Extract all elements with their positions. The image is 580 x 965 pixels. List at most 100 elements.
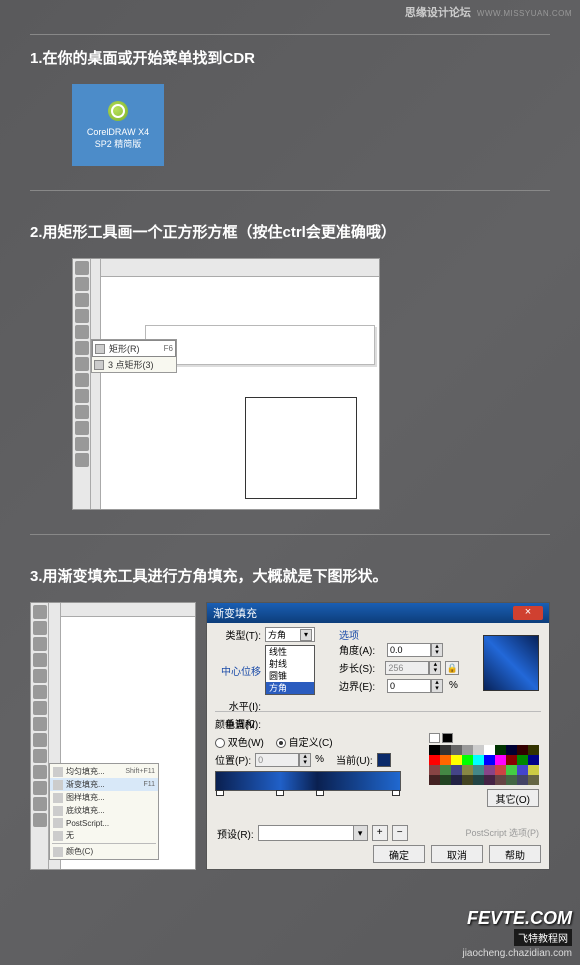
tool-icon <box>33 781 47 795</box>
position-input[interactable]: ▴▾ <box>255 753 311 767</box>
ruler-horizontal <box>101 259 379 277</box>
tool-icon <box>33 733 47 747</box>
none-icon <box>53 831 63 841</box>
tool-icon <box>75 389 89 403</box>
type-dropdown-list[interactable]: 线性 射线 圆锥 方角 <box>265 645 315 695</box>
flyout-item-fountain-fill[interactable]: 渐变填充...F11 <box>50 778 158 791</box>
rectangle-tool-flyout: 矩形(R)F6 3 点矩形(3) <box>91 339 177 373</box>
preset-select[interactable]: ▾ <box>258 825 368 841</box>
current-color-swatch[interactable] <box>377 753 391 767</box>
help-button[interactable]: 帮助 <box>489 845 541 863</box>
type-label: 类型(T): <box>215 627 261 642</box>
flyout-item-3pt-rectangle[interactable]: 3 点矩形(3) <box>92 357 176 372</box>
tool-icon <box>75 405 89 419</box>
preset-label: 预设(R): <box>217 826 254 841</box>
type-option[interactable]: 方角 <box>266 682 314 694</box>
edge-input[interactable]: ▴▾ <box>387 679 443 693</box>
coreldraw-desktop-icon: CorelDRAW X4 SP2 精简版 <box>72 84 164 166</box>
tool-icon <box>75 373 89 387</box>
palette-color[interactable] <box>442 733 453 743</box>
preset-remove-button[interactable]: − <box>392 825 408 841</box>
center-offset-label: 中心位移 <box>215 663 261 678</box>
tool-icon <box>33 797 47 811</box>
color-palette[interactable]: 其它(O) <box>429 733 539 807</box>
custom-radio[interactable]: 自定义(C) <box>276 734 333 749</box>
tool-icon <box>75 453 89 467</box>
edge-label: 边界(E): <box>339 678 383 693</box>
position-label: 位置(P): <box>215 752 251 767</box>
tool-icon <box>33 717 47 731</box>
color-icon <box>53 847 63 857</box>
coreldraw-logo-icon <box>108 101 128 121</box>
tool-icon <box>33 701 47 715</box>
options-label: 选项 <box>339 627 459 642</box>
tool-icon <box>75 357 89 371</box>
tool-icon <box>33 685 47 699</box>
flyout-item-rectangle[interactable]: 矩形(R)F6 <box>92 340 176 357</box>
gradient-icon <box>53 780 63 790</box>
toolbox <box>31 603 49 869</box>
cancel-button[interactable]: 取消 <box>431 845 483 863</box>
texture-icon <box>53 806 63 816</box>
flyout-item-color[interactable]: 颜色(C) <box>50 845 158 858</box>
palette-color[interactable] <box>429 733 440 743</box>
gradient-bar[interactable] <box>215 771 401 791</box>
tool-icon <box>33 669 47 683</box>
angle-label: 角度(A): <box>339 642 383 657</box>
coreldraw-screenshot-3: 均匀填充...Shift+F11 渐变填充...F11 图样填充... 底纹填充… <box>30 602 196 870</box>
type-option[interactable]: 线性 <box>266 646 314 658</box>
flyout-item-none[interactable]: 无 <box>50 829 158 842</box>
close-button[interactable]: × <box>513 606 543 620</box>
lock-icon[interactable]: 🔒 <box>445 661 459 675</box>
ps-icon <box>53 818 63 828</box>
ruler-horizontal <box>61 603 195 617</box>
ok-button[interactable]: 确定 <box>373 845 425 863</box>
gradient-stop[interactable] <box>216 790 224 796</box>
drawn-square <box>245 397 357 499</box>
dialog-titlebar: 渐变填充 × <box>207 603 549 623</box>
tool-icon <box>33 749 47 763</box>
preset-add-button[interactable]: + <box>372 825 388 841</box>
tool-icon <box>33 621 47 635</box>
two-color-radio[interactable]: 双色(W) <box>215 734 264 749</box>
step-1: 1.在你的桌面或开始菜单找到CDR CorelDRAW X4 SP2 精简版 <box>30 34 550 191</box>
tool-icon <box>75 437 89 451</box>
pattern-icon <box>53 793 63 803</box>
canvas <box>101 277 379 509</box>
tool-icon <box>33 765 47 779</box>
vertical-label: 垂直(V): <box>215 716 261 731</box>
top-watermark: 思缘设计论坛WWW.MISSYUAN.COM <box>405 4 572 20</box>
fountain-fill-dialog: 渐变填充 × 类型(T): 方角▾ 中心位移 线性 射线 圆锥 <box>206 602 550 870</box>
gradient-stop[interactable] <box>316 790 324 796</box>
chevron-down-icon: ▾ <box>353 826 367 840</box>
type-option[interactable]: 圆锥 <box>266 670 314 682</box>
postscript-options: PostScript 选项(P) <box>465 826 539 839</box>
gradient-stop[interactable] <box>276 790 284 796</box>
fill-tool-flyout: 均匀填充...Shift+F11 渐变填充...F11 图样填充... 底纹填充… <box>49 763 159 860</box>
gradient-stop[interactable] <box>392 790 400 796</box>
steps-input: ▴▾ <box>385 661 441 675</box>
type-select[interactable]: 方角▾ <box>265 627 315 642</box>
flyout-item-pattern-fill[interactable]: 图样填充... <box>50 791 158 804</box>
tool-icon <box>75 277 89 291</box>
tool-icon <box>75 421 89 435</box>
page-edge <box>145 325 375 365</box>
angle-input[interactable]: ▴▾ <box>387 643 443 657</box>
flyout-item-texture-fill[interactable]: 底纹填充... <box>50 804 158 817</box>
gradient-preview <box>483 635 539 691</box>
flyout-item-uniform-fill[interactable]: 均匀填充...Shift+F11 <box>50 765 158 778</box>
steps-label: 步长(S): <box>339 660 381 675</box>
step-3: 3.用渐变填充工具进行方角填充，大概就是下图形状。 均匀填充...Shift+F… <box>30 565 550 870</box>
ruler-vertical <box>91 259 101 509</box>
tool-icon <box>75 261 89 275</box>
flyout-item-postscript[interactable]: PostScript... <box>50 817 158 829</box>
type-option[interactable]: 射线 <box>266 658 314 670</box>
horizontal-label: 水平(I): <box>215 698 261 713</box>
tool-icon <box>33 653 47 667</box>
other-colors-button[interactable]: 其它(O) <box>487 789 539 807</box>
step-2: 2.用矩形工具画一个正方形方框（按住ctrl会更准确哦） 矩形(R)F6 3 点… <box>30 221 550 535</box>
tool-icon <box>33 605 47 619</box>
chevron-down-icon: ▾ <box>300 629 312 641</box>
bottom-watermark: FEVTE.COM 飞特教程网 jiaocheng.chazidian.com <box>462 908 572 959</box>
current-label: 当前(U): <box>336 752 373 767</box>
